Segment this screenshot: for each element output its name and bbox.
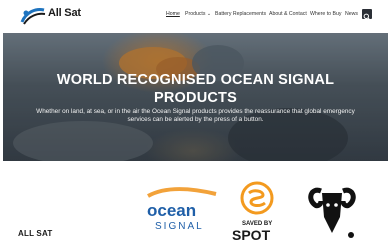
saved-by-spot-logo[interactable]: SAVED BY SPOT xyxy=(232,181,290,240)
hero-title-line-1: WORLD RECOGNISED OCEAN SIGNAL xyxy=(56,72,335,88)
hero-subtitle: Whether on land, at sea, or in the air t… xyxy=(36,108,355,123)
signal-word: SIGNAL xyxy=(155,221,204,232)
ram-head-icon xyxy=(308,187,356,238)
ocean-signal-logo[interactable]: ocean SIGNAL xyxy=(146,186,218,232)
site-header: All Sat Home Products ⌄ Battery Replacem… xyxy=(0,0,390,31)
search-button[interactable] xyxy=(362,9,372,20)
hero-title: WORLD RECOGNISED OCEAN SIGNAL PRODUCTS xyxy=(3,71,388,107)
hero-banner: WORLD RECOGNISED OCEAN SIGNAL PRODUCTS W… xyxy=(3,33,388,161)
ram-brand-logo[interactable] xyxy=(307,181,357,239)
search-icon xyxy=(363,13,370,20)
nav-about-contact[interactable]: About & Contact xyxy=(269,11,307,17)
main-nav: Home Products ⌄ Battery Replacements Abo… xyxy=(0,11,390,21)
section-label: ALL SAT xyxy=(18,229,53,238)
spot-emblem-icon: SAVED BY SPOT xyxy=(232,181,274,240)
ocean-word: ocean xyxy=(147,201,196,220)
nav-products[interactable]: Products ⌄ xyxy=(185,11,211,17)
ocean-signal-swoosh-icon: ocean SIGNAL xyxy=(147,187,217,232)
nav-news[interactable]: News xyxy=(345,11,358,17)
nav-home[interactable]: Home xyxy=(166,11,180,17)
hero-title-line-2: PRODUCTS xyxy=(154,90,237,106)
nav-where-to-buy[interactable]: Where to Buy xyxy=(310,11,341,17)
nav-battery-replacements[interactable]: Battery Replacements xyxy=(215,11,266,17)
spot-text: SPOT xyxy=(232,227,271,240)
